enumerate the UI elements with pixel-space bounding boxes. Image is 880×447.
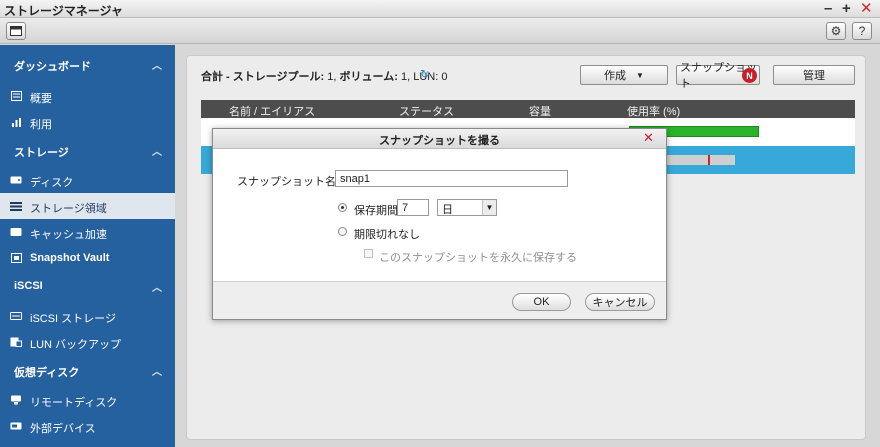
refresh-icon[interactable]: ↻ — [420, 67, 430, 81]
caret-down-icon: ▼ — [636, 70, 644, 80]
cache-icon — [10, 226, 22, 237]
sidebar-section-virtual-disk[interactable]: 仮想ディスク ︿ — [0, 357, 175, 383]
create-button[interactable]: 作成 ▼ — [580, 65, 668, 85]
sidebar-item-remote-disk[interactable]: リモートディスク — [0, 387, 175, 413]
snapshot-name-input[interactable] — [335, 170, 568, 187]
window-title: ストレージマネージャ — [4, 4, 123, 18]
chevron-down-icon: ▼ — [482, 200, 496, 215]
storage-summary: 合計 - ストレージプール: 1, ボリューム: 1, LUN: 0 — [201, 71, 448, 83]
column-status: ステータス — [399, 106, 454, 118]
vault-icon — [10, 252, 22, 263]
toolbar: ⚙ ? — [0, 18, 880, 44]
storage-list-icon — [10, 200, 22, 211]
snapshot-badge: N — [742, 68, 757, 83]
window-title-bar: ストレージマネージャ – + ✕ — [0, 0, 880, 18]
remote-disk-icon — [10, 394, 22, 405]
snapshot-name-label: スナップショット名: — [237, 176, 340, 188]
no-expiry-radio[interactable] — [338, 227, 347, 236]
retention-days-input[interactable] — [397, 199, 429, 216]
usage-chart-icon — [10, 116, 22, 127]
external-device-icon — [10, 420, 22, 431]
menu-icon[interactable] — [6, 22, 26, 40]
sidebar-item-overview[interactable]: 概要 — [0, 83, 175, 109]
chevron-up-icon: ︿ — [152, 283, 162, 294]
no-expiry-label: 期限切れなし — [354, 229, 420, 241]
sidebar-section-dashboard[interactable]: ダッシュボード ︿ — [0, 51, 175, 77]
cancel-button[interactable]: キャンセル — [585, 293, 655, 311]
column-capacity: 容量 — [529, 106, 551, 118]
sidebar-section-storage[interactable]: ストレージ ︿ — [0, 137, 175, 163]
sidebar-item-external-device[interactable]: 外部デバイス — [0, 413, 175, 439]
overview-icon — [10, 90, 22, 101]
close-icon[interactable]: ✕ — [860, 0, 873, 17]
minimize-icon[interactable]: – — [824, 0, 832, 17]
sidebar-item-usage[interactable]: 利用 — [0, 109, 175, 135]
sidebar-item-cache-acceleration[interactable]: キャッシュ加速 — [0, 219, 175, 245]
retention-label: 保存期間 — [354, 205, 398, 217]
usage-threshold-marker — [708, 155, 710, 165]
keep-forever-label: このスナップショットを永久に保存する — [379, 252, 577, 264]
manage-button[interactable]: 管理 — [773, 65, 855, 85]
sidebar-section-iscsi[interactable]: iSCSI ︿ — [0, 273, 175, 299]
gear-icon[interactable]: ⚙ — [826, 22, 846, 40]
dialog-close-icon[interactable]: ✕ — [643, 130, 654, 146]
lun-backup-icon — [10, 336, 22, 347]
column-name: 名前 / エイリアス — [229, 106, 316, 118]
disk-icon — [10, 174, 22, 185]
dialog-title-bar: スナップショットを撮る ✕ — [213, 129, 666, 149]
dialog-title: スナップショットを撮る — [379, 135, 500, 147]
help-icon[interactable]: ? — [852, 22, 872, 40]
sidebar-item-snapshot-vault[interactable]: Snapshot Vault — [0, 245, 175, 271]
keep-forever-checkbox[interactable] — [364, 249, 373, 258]
retention-unit-select[interactable]: 日 ▼ — [437, 199, 497, 216]
table-header: 名前 / エイリアス ステータス 容量 使用率 (%) — [201, 100, 855, 118]
sidebar: ダッシュボード ︿ 概要 利用 ストレージ ︿ ディスク ストレージ領域 キャッ… — [0, 45, 175, 447]
sidebar-item-iscsi-storage[interactable]: iSCSI ストレージ — [0, 303, 175, 329]
retention-radio[interactable] — [338, 203, 347, 212]
sidebar-item-disks[interactable]: ディスク — [0, 167, 175, 193]
ok-button[interactable]: OK — [512, 293, 571, 311]
iscsi-storage-icon — [10, 310, 22, 321]
sidebar-item-storage-space[interactable]: ストレージ領域 — [0, 193, 175, 219]
chevron-up-icon: ︿ — [152, 367, 162, 378]
sidebar-item-lun-backup[interactable]: LUN バックアップ — [0, 329, 175, 355]
snapshot-dialog: スナップショットを撮る ✕ スナップショット名: 保存期間 日 ▼ 期限切れなし… — [212, 128, 667, 320]
dialog-body: スナップショット名: 保存期間 日 ▼ 期限切れなし このスナップショットを永久… — [213, 150, 666, 281]
dialog-footer: OK キャンセル — [213, 281, 666, 319]
snapshot-button[interactable]: スナップショット N — [676, 62, 760, 90]
column-usage: 使用率 (%) — [627, 106, 681, 118]
chevron-up-icon: ︿ — [152, 61, 162, 72]
chevron-up-icon: ︿ — [152, 147, 162, 158]
maximize-icon[interactable]: + — [842, 0, 851, 17]
